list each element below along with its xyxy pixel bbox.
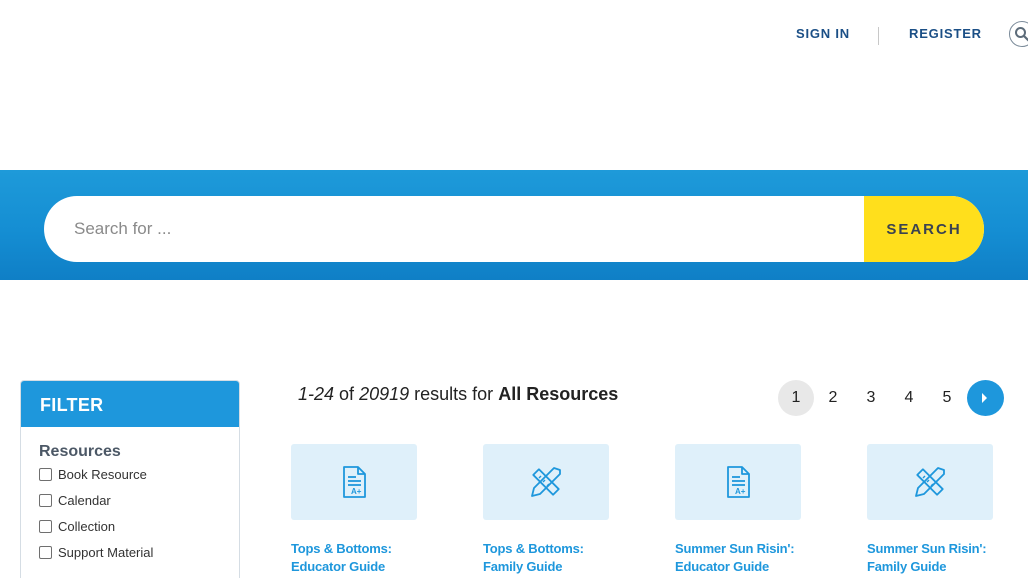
document-grade-icon: A+	[727, 466, 750, 498]
results-total: 20919	[359, 384, 410, 404]
card-title-line: Family Guide	[867, 559, 947, 574]
page-2[interactable]: 2	[815, 380, 851, 416]
page-4[interactable]: 4	[891, 380, 927, 416]
resource-card: Tops & Bottoms: Family Guide	[483, 444, 633, 576]
filter-panel: FILTER Resources Book Resource Calendar …	[20, 380, 240, 578]
svg-text:A+: A+	[735, 487, 746, 496]
page-3[interactable]: 3	[853, 380, 889, 416]
pencil-ruler-icon	[531, 467, 561, 497]
page-5[interactable]: 5	[929, 380, 965, 416]
sign-in-link[interactable]: SIGN IN	[796, 26, 850, 41]
card-title[interactable]: Summer Sun Risin': Educator Guide	[675, 540, 825, 576]
register-link[interactable]: REGISTER	[909, 26, 982, 41]
search-icon	[1015, 27, 1028, 42]
filter-group-title: Resources	[39, 443, 121, 460]
checkbox[interactable]	[39, 467, 52, 481]
resource-card: A+ Summer Sun Risin': Educator Guide	[675, 444, 825, 576]
results-range: 1-24	[298, 384, 335, 404]
filter-option-label: Book Resource	[58, 466, 147, 482]
checkbox[interactable]	[39, 493, 52, 507]
card-thumbnail[interactable]: A+	[291, 444, 417, 520]
card-title-line: Tops & Bottoms:	[483, 541, 584, 556]
checkbox[interactable]	[39, 545, 52, 559]
search-banner: SEARCH	[0, 170, 1028, 280]
card-thumbnail[interactable]	[867, 444, 993, 520]
top-nav: SIGN IN REGISTER	[0, 0, 1028, 70]
card-title-line: Summer Sun Risin':	[867, 541, 987, 556]
card-thumbnail[interactable]	[483, 444, 609, 520]
results-of: of	[339, 384, 355, 404]
search-form: SEARCH	[44, 196, 984, 262]
results-for-label: results for	[414, 384, 494, 404]
search-input[interactable]	[44, 196, 864, 262]
results-summary: 1-24 of 20919 results for All Resources	[298, 384, 618, 405]
filter-option-label: Calendar	[58, 492, 111, 508]
card-title[interactable]: Summer Sun Risin': Family Guide	[867, 540, 1017, 576]
checkbox[interactable]	[39, 519, 52, 533]
filter-option-calendar[interactable]: Calendar	[39, 487, 239, 513]
search-button[interactable]: SEARCH	[864, 196, 984, 262]
svg-text:A+: A+	[351, 487, 362, 496]
card-title-line: Tops & Bottoms:	[291, 541, 392, 556]
results-scope: All Resources	[498, 384, 619, 404]
resource-card: A+ Tops & Bottoms: Educator Guide	[291, 444, 441, 576]
chevron-right-icon	[982, 393, 987, 403]
filter-option-book-resource[interactable]: Book Resource	[39, 461, 239, 487]
pencil-ruler-icon	[915, 467, 945, 497]
filter-option-label: Support Material	[58, 544, 154, 560]
card-title[interactable]: Tops & Bottoms: Educator Guide	[291, 540, 441, 576]
card-title-line: Summer Sun Risin':	[675, 541, 795, 556]
filter-option-support-material[interactable]: Support Material	[39, 539, 239, 565]
filter-option-label: Collection	[58, 518, 116, 534]
card-thumbnail[interactable]: A+	[675, 444, 801, 520]
card-title[interactable]: Tops & Bottoms: Family Guide	[483, 540, 633, 576]
filter-option-collection[interactable]: Collection	[39, 513, 239, 539]
card-title-line: Educator Guide	[291, 559, 385, 574]
search-toggle-button[interactable]	[1009, 21, 1028, 47]
page-1[interactable]: 1	[778, 380, 814, 416]
card-title-line: Educator Guide	[675, 559, 769, 574]
card-title-line: Family Guide	[483, 559, 563, 574]
resource-card: Summer Sun Risin': Family Guide	[867, 444, 1017, 576]
filter-title: FILTER	[21, 381, 239, 427]
document-grade-icon: A+	[343, 466, 366, 498]
next-page-button[interactable]	[967, 380, 1004, 416]
nav-divider	[878, 27, 879, 45]
